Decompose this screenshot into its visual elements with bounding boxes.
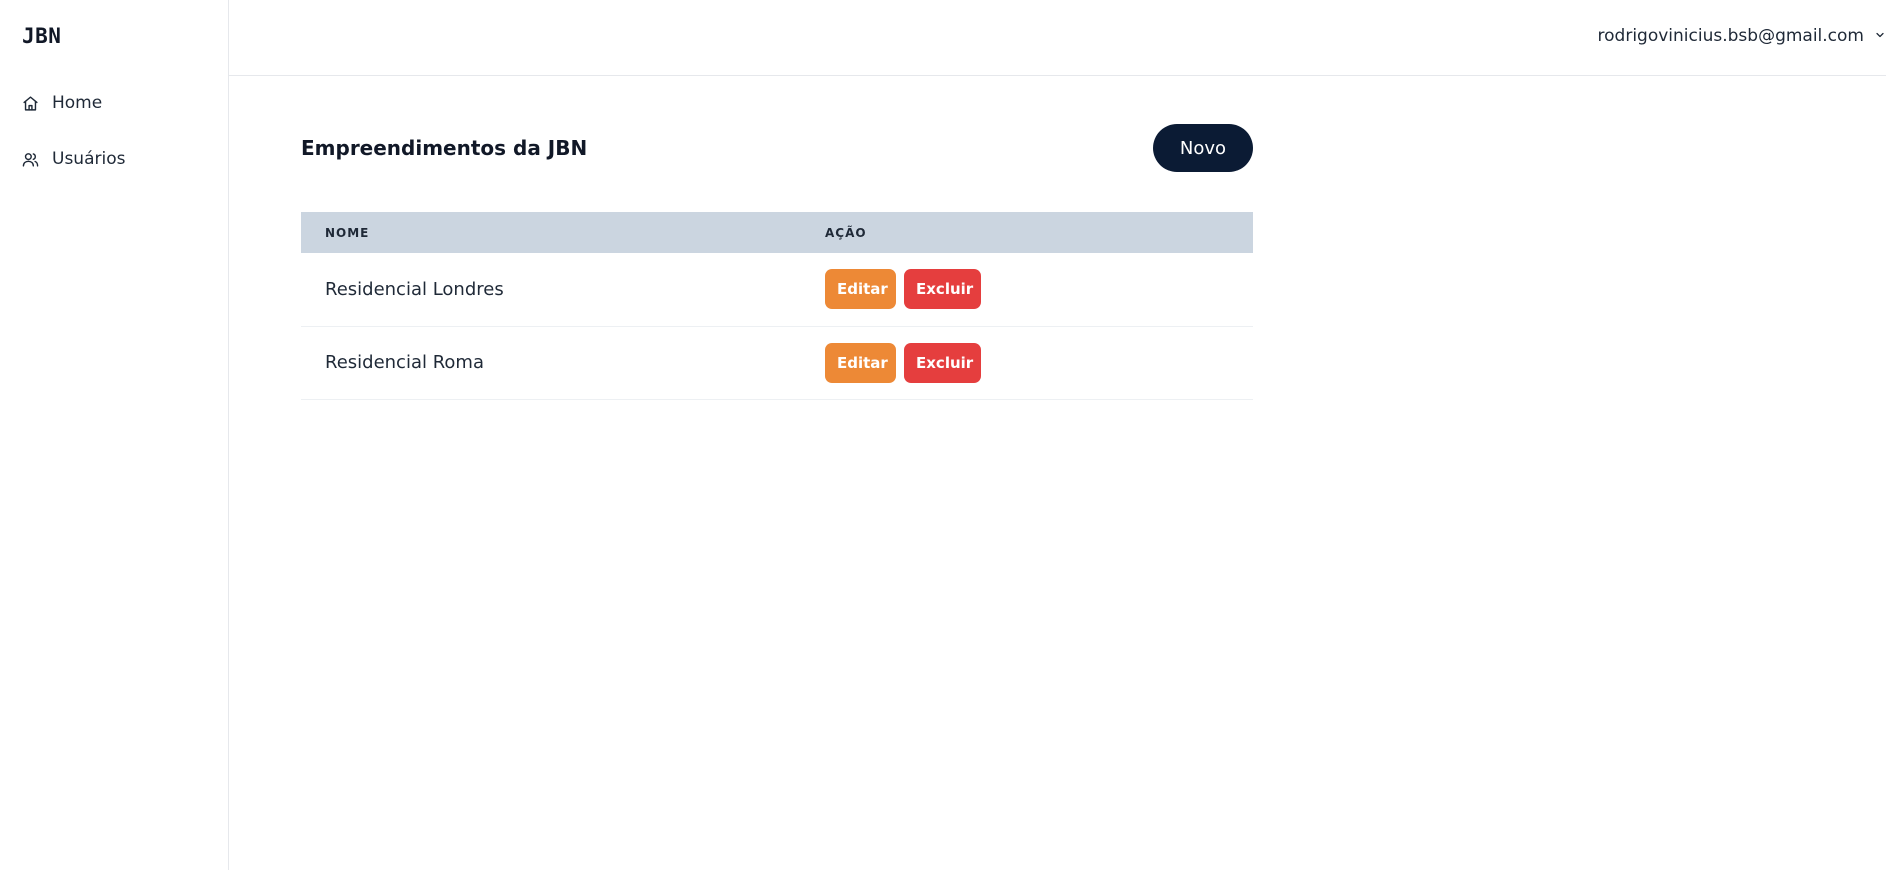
home-icon bbox=[22, 95, 39, 112]
brand-logo[interactable]: JBN bbox=[22, 24, 61, 48]
cell-actions: Editar Excluir bbox=[801, 326, 1253, 399]
cell-name: Residencial Roma bbox=[325, 352, 484, 373]
sidebar-item-home[interactable]: Home bbox=[22, 88, 102, 118]
sidebar-item-label: Home bbox=[52, 93, 103, 113]
projects-table: NOME AÇÃO Residencial Londres Editar Exc… bbox=[301, 212, 1253, 400]
main-content: Empreendimentos da JBN Novo NOME AÇÃO Re… bbox=[301, 124, 1253, 399]
cell-actions: Editar Excluir bbox=[801, 253, 1253, 326]
table-header-row: NOME AÇÃO bbox=[301, 212, 1253, 253]
column-header-action: AÇÃO bbox=[825, 225, 867, 240]
new-button[interactable]: Novo bbox=[1153, 124, 1253, 172]
cell-name: Residencial Londres bbox=[325, 278, 504, 300]
sidebar: JBN Home Usuários bbox=[0, 0, 229, 870]
user-menu[interactable]: rodrigovinicius.bsb@gmail.com bbox=[1598, 24, 1886, 48]
table-body: Residencial Londres Editar Excluir Resid… bbox=[301, 253, 1253, 399]
page-header: Empreendimentos da JBN Novo bbox=[301, 124, 1253, 172]
page-title: Empreendimentos da JBN bbox=[301, 136, 588, 160]
delete-button[interactable]: Excluir bbox=[904, 342, 981, 383]
sidebar-item-label: Usuários bbox=[52, 149, 126, 169]
row-actions: Editar Excluir bbox=[825, 269, 1253, 310]
table-row: Residencial Roma Editar Excluir bbox=[301, 326, 1253, 399]
edit-button[interactable]: Editar bbox=[825, 342, 896, 383]
edit-button[interactable]: Editar bbox=[825, 269, 896, 310]
chevron-down-icon bbox=[1874, 26, 1886, 46]
row-actions: Editar Excluir bbox=[825, 342, 1253, 383]
users-icon bbox=[22, 151, 39, 168]
user-email: rodrigovinicius.bsb@gmail.com bbox=[1597, 26, 1864, 46]
table-row: Residencial Londres Editar Excluir bbox=[301, 253, 1253, 326]
top-bar: rodrigovinicius.bsb@gmail.com bbox=[229, 0, 1886, 76]
table-header: NOME AÇÃO bbox=[301, 212, 1253, 253]
column-header-name: NOME bbox=[325, 225, 370, 240]
sidebar-item-users[interactable]: Usuários bbox=[22, 144, 125, 174]
delete-button[interactable]: Excluir bbox=[904, 269, 981, 310]
app-root: JBN Home Usuários rodrigovinicius.bsb@gm… bbox=[0, 0, 1886, 870]
